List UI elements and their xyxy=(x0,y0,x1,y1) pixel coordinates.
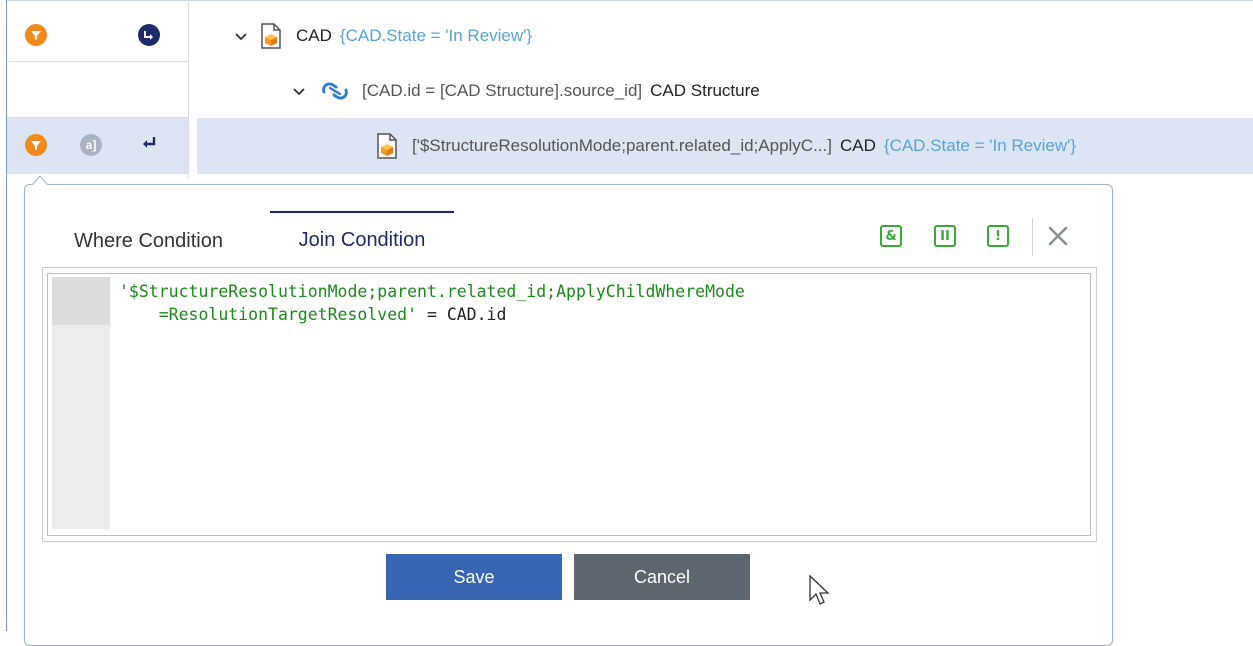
chevron-down-icon[interactable] xyxy=(290,82,308,100)
tree-row-cad[interactable]: CAD {CAD.State = 'In Review'} xyxy=(232,23,532,49)
code-line-1: '$StructureResolutionMode;parent.related… xyxy=(119,282,745,301)
not-operator-button[interactable]: ! xyxy=(987,225,1009,247)
condition-code[interactable]: '$StructureResolutionMode;parent.related… xyxy=(119,280,745,326)
toolbar-divider xyxy=(1032,218,1033,256)
alias-icon[interactable]: a] xyxy=(80,134,102,156)
code-line-2-rest: = CAD.id xyxy=(417,305,507,324)
or-operator-button[interactable]: II xyxy=(934,225,956,247)
where-condition-text: {CAD.State = 'In Review'} xyxy=(339,26,533,45)
relationship-icon xyxy=(322,82,348,100)
item-type-label: CAD xyxy=(839,136,876,155)
tree-row-cad-child[interactable]: ['$StructureResolutionMode;parent.relate… xyxy=(376,133,1076,159)
panel-pointer xyxy=(32,175,48,190)
cancel-button[interactable]: Cancel xyxy=(574,554,750,600)
filter-icon[interactable] xyxy=(25,134,47,156)
active-line-gutter xyxy=(52,277,110,325)
and-operator-button[interactable]: & xyxy=(880,225,902,247)
code-line-2-string: =ResolutionTargetResolved' xyxy=(119,305,418,324)
top-border xyxy=(6,0,1253,1)
output-icon[interactable] xyxy=(138,24,160,46)
join-condition-text: [CAD.id = [CAD Structure].source_id] xyxy=(362,81,643,100)
cad-document-icon xyxy=(261,23,281,49)
return-icon[interactable] xyxy=(141,134,159,152)
join-condition-text: ['$StructureResolutionMode;parent.relate… xyxy=(412,136,832,155)
cad-document-icon xyxy=(377,133,397,159)
row-divider xyxy=(7,61,188,62)
item-type-label: CAD Structure xyxy=(650,81,760,100)
chevron-down-icon[interactable] xyxy=(232,27,250,45)
left-border xyxy=(6,0,7,631)
where-condition-text: {CAD.State = 'In Review'} xyxy=(883,136,1077,155)
tree-row-cad-structure[interactable]: [CAD.id = [CAD Structure].source_id] CAD… xyxy=(290,78,760,104)
filter-icon[interactable] xyxy=(25,24,47,46)
close-icon[interactable] xyxy=(1045,223,1071,249)
item-type-label: CAD xyxy=(296,26,332,45)
tab-where-condition[interactable]: Where Condition xyxy=(74,228,223,266)
gutter-divider xyxy=(188,0,189,178)
save-button[interactable]: Save xyxy=(386,554,562,600)
mouse-pointer-icon xyxy=(809,574,830,605)
tab-join-condition[interactable]: Join Condition xyxy=(270,211,454,267)
